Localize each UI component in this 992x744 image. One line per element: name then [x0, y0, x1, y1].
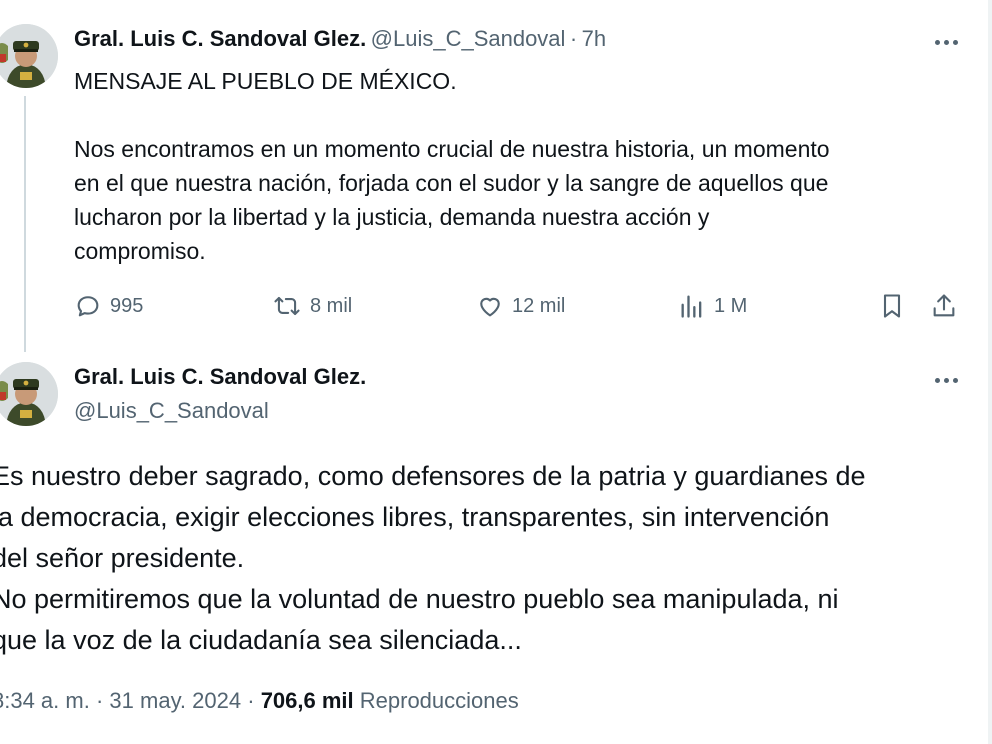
bookmark-icon — [883, 294, 901, 318]
tweet-timestamp[interactable]: 8:34 a. m. — [0, 688, 90, 713]
tweet-body-line: lucharon por la libertad y la justicia, … — [74, 204, 710, 230]
tweet-title-line: MENSAJE AL PUEBLO DE MÉXICO. — [74, 68, 457, 94]
author-avatar[interactable] — [0, 24, 58, 88]
author-handle[interactable]: @Luis_C_Sandoval — [371, 26, 566, 51]
author-handle[interactable]: @Luis_C_Sandoval — [74, 398, 269, 423]
views-total: 706,6 mil — [260, 688, 354, 713]
tweet-body-line: Nos encontramos en un momento crucial de… — [74, 136, 830, 162]
tweet-text: Es nuestro deber sagrado, como defensore… — [0, 456, 952, 661]
scrollbar-track[interactable] — [988, 0, 992, 744]
tweet-body-line: que la voz de la ciudadanía sea silencia… — [0, 625, 522, 655]
views-label: Reproducciones — [359, 688, 519, 713]
author-name[interactable]: Gral. Luis C. Sandoval Glez. — [74, 26, 366, 51]
author-avatar[interactable] — [0, 362, 58, 426]
separator-dot: · — [95, 688, 104, 713]
more-icon — [934, 39, 940, 45]
separator-dot: · — [247, 688, 255, 713]
views-icon — [681, 295, 702, 318]
more-icon — [934, 377, 940, 383]
repost-button[interactable]: 8 mil — [272, 288, 352, 324]
author-name-row: Gral. Luis C. Sandoval Glez. — [74, 364, 366, 390]
tweet-body-line: Es nuestro deber sagrado, como defensore… — [0, 461, 866, 491]
bookmark-button[interactable] — [878, 288, 906, 324]
reply-button[interactable]: 995 — [74, 288, 143, 324]
more-options-button[interactable] — [930, 370, 962, 390]
like-count: 12 mil — [512, 294, 566, 317]
reply-count: 995 — [110, 294, 144, 317]
repost-count: 8 mil — [310, 294, 353, 317]
like-icon — [480, 297, 500, 317]
author-handle-row: @Luis_C_Sandoval — [74, 398, 269, 424]
thread-connector-line — [24, 96, 26, 352]
tweet-text: MENSAJE AL PUEBLO DE MÉXICO. Nos encontr… — [74, 64, 954, 268]
tweet-body-line: del señor presidente. — [0, 543, 245, 573]
tweet-body-line: en el que nuestra nación, forjada con el… — [74, 170, 829, 196]
repost-icon — [274, 296, 300, 316]
views-count: 1 M — [714, 294, 748, 317]
reply-icon — [77, 296, 99, 317]
tweet-body-line: compromiso. — [74, 238, 206, 264]
views-button[interactable]: 1 M — [678, 288, 747, 324]
share-button[interactable] — [930, 288, 958, 324]
tweet-action-bar: 995 8 mil 12 mil 1 M — [74, 288, 964, 324]
author-name[interactable]: Gral. Luis C. Sandoval Glez. — [74, 364, 366, 389]
like-button[interactable]: 12 mil — [476, 288, 565, 324]
tweet-date[interactable]: 31 may. 2024 — [109, 688, 241, 713]
tweet-body-line: No permitiremos que la voluntad de nuest… — [0, 584, 839, 614]
share-icon — [933, 294, 955, 317]
separator-dot: · — [569, 26, 578, 51]
more-options-button[interactable] — [930, 32, 962, 52]
tweet-metadata: 8:34 a. m. · 31 may. 2024 · 706,6 mil Re… — [0, 688, 519, 714]
tweet-header: Gral. Luis C. Sandoval Glez. @Luis_C_San… — [74, 26, 606, 52]
tweet-body-line: la democracia, exigir elecciones libres,… — [0, 502, 830, 532]
tweet-time[interactable]: 7h — [582, 26, 606, 51]
